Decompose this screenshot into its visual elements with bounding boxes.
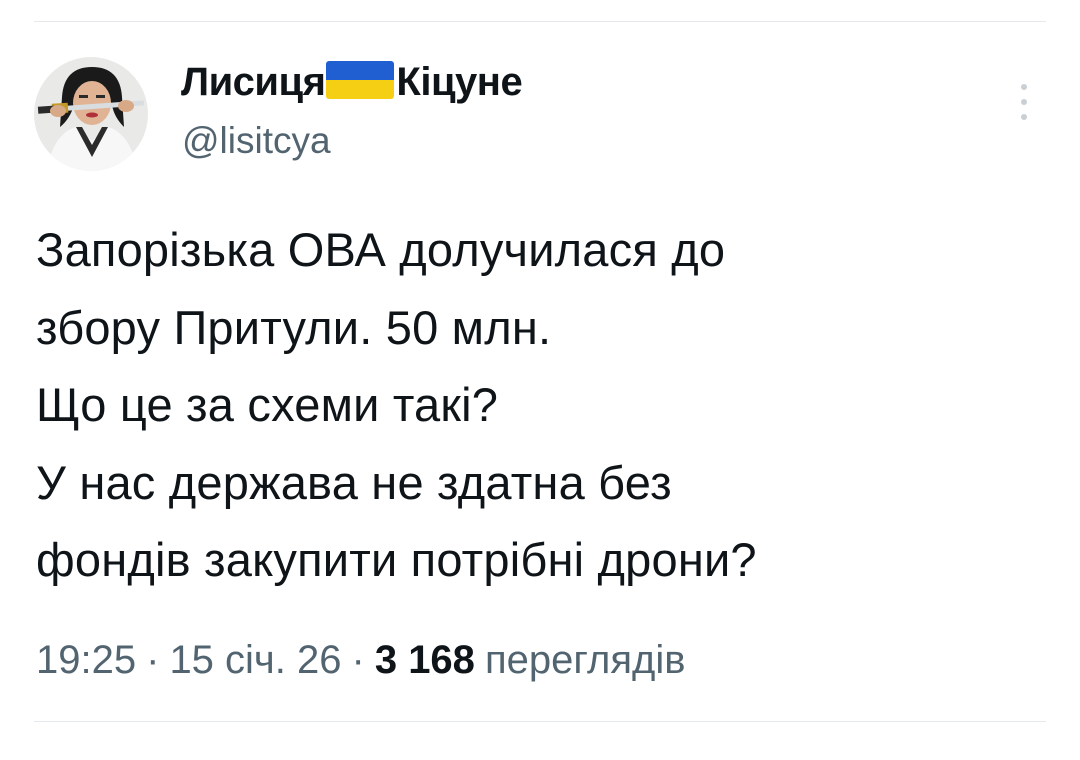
author-name-left: Лисиця	[181, 59, 326, 104]
tweet-date[interactable]: 15 січ. 26	[169, 638, 341, 683]
tweet-line: збору Притули. 50 млн.	[36, 300, 552, 354]
tweet-time[interactable]: 19:25	[36, 638, 136, 683]
views-count: 3 168	[374, 637, 475, 682]
more-dot	[1021, 114, 1027, 120]
author-handle[interactable]: @lisitcya	[182, 120, 331, 162]
tweet-text: Запорізька ОВА долучилася до збору Приту…	[36, 211, 1046, 599]
meta-separator: ·	[351, 637, 365, 682]
ukraine-flag-icon	[326, 61, 395, 99]
tweet-line: У нас держава не здатна без	[36, 455, 672, 509]
views-label: переглядів	[484, 637, 686, 682]
meta-separator: ·	[146, 637, 160, 682]
avatar[interactable]	[34, 57, 148, 171]
tweet-line: Запорізька ОВА долучилася до	[36, 223, 726, 276]
more-dot	[1021, 99, 1027, 105]
tweet-line: Що це за схеми такі?	[36, 378, 499, 431]
top-divider	[34, 21, 1046, 22]
more-dot	[1021, 84, 1027, 90]
more-options-icon[interactable]	[1014, 84, 1034, 120]
bottom-divider	[34, 721, 1046, 722]
avatar-image	[34, 57, 148, 171]
author-name-right: Кіцуне	[396, 59, 523, 104]
tweet-meta: 19:25 · 15 січ. 26 · 3 168 переглядів	[36, 630, 686, 690]
tweet-line: фондів закупити потрібні дрони?	[36, 533, 757, 586]
author-name[interactable]: Лисиця Кіцуне	[181, 58, 523, 106]
